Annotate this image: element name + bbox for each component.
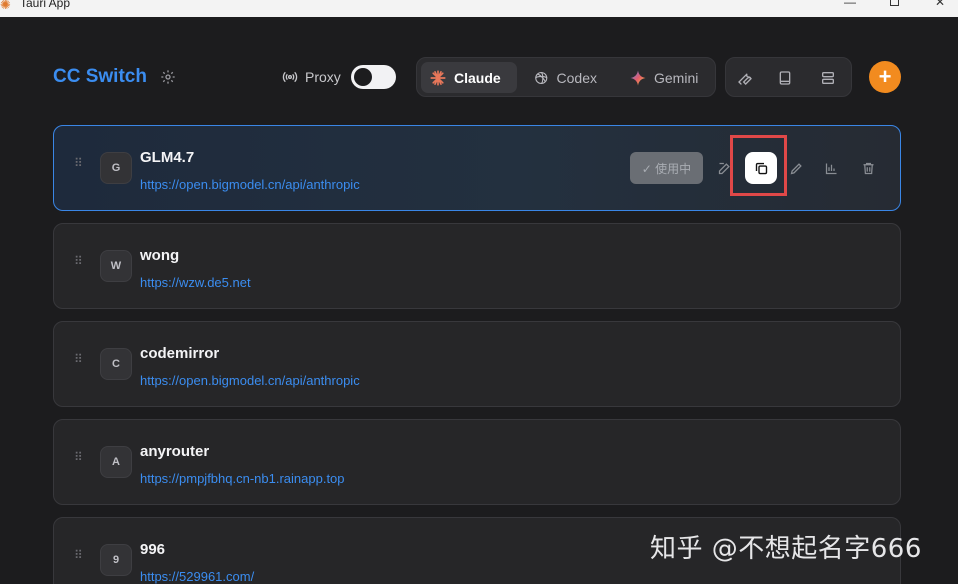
close-button[interactable]: ✕ — [930, 0, 950, 10]
drag-handle-icon[interactable]: ⠿ — [74, 157, 84, 176]
broadcast-icon — [281, 68, 299, 86]
gemini-icon — [630, 70, 646, 85]
tab-gemini[interactable]: Gemini — [621, 62, 709, 93]
provider-name: anyrouter — [140, 443, 210, 460]
provider-url[interactable]: https://open.bigmodel.cn/api/anthropic — [140, 373, 360, 388]
wrench-icon — [738, 73, 752, 85]
tab-claude[interactable]: Claude — [421, 62, 517, 93]
provider-name: GLM4.7 — [140, 149, 195, 166]
toggle-knob — [354, 68, 372, 86]
proxy-label: Proxy — [305, 69, 341, 85]
provider-avatar: C — [100, 348, 132, 380]
provider-avatar: G — [100, 152, 132, 184]
settings-button[interactable] — [158, 67, 178, 87]
provider-name: codemirror — [140, 345, 220, 362]
pen-button[interactable] — [784, 156, 808, 180]
provider-name: 996 — [140, 541, 166, 558]
in-use-button[interactable]: ✓ 使用中 — [630, 152, 703, 184]
add-provider-button[interactable]: + — [869, 61, 901, 93]
tools-button[interactable] — [733, 66, 757, 90]
tab-claude-label: Claude — [454, 69, 501, 86]
tool-button-group — [725, 57, 852, 97]
provider-url[interactable]: https://pmpjfbhq.cn-nb1.rainapp.top — [140, 471, 345, 486]
codex-icon — [535, 71, 548, 84]
trash-icon — [863, 162, 873, 174]
gear-icon — [161, 70, 175, 84]
layout-button[interactable] — [816, 66, 840, 90]
provider-avatar: 9 — [100, 544, 132, 576]
provider-url[interactable]: https://529961.com/ — [140, 569, 254, 584]
zhihu-watermark: 知乎 @不想起名字666 — [650, 534, 922, 564]
bar-chart-icon — [825, 163, 836, 174]
drag-handle-icon[interactable]: ⠿ — [74, 255, 84, 274]
provider-url[interactable]: https://open.bigmodel.cn/api/anthropic — [140, 177, 360, 192]
app-brand-title: CC Switch — [53, 66, 147, 87]
provider-card[interactable]: ⠿ A anyrouter https://pmpjfbhq.cn-nb1.ra… — [53, 419, 901, 505]
tab-codex-label: Codex — [556, 69, 597, 86]
docs-button[interactable] — [773, 66, 797, 90]
drag-handle-icon[interactable]: ⠿ — [74, 451, 84, 470]
proxy-control: Proxy — [281, 68, 341, 86]
layers-icon — [822, 72, 834, 84]
window-title: Tauri App — [20, 0, 71, 10]
provider-card[interactable]: ⠿ C codemirror https://open.bigmodel.cn/… — [53, 321, 901, 407]
provider-card[interactable]: ⠿ W wong https://wzw.de5.net — [53, 223, 901, 309]
maximize-button[interactable] — [884, 0, 904, 10]
provider-card[interactable]: ⠿ G GLM4.7 https://open.bigmodel.cn/api/… — [53, 125, 901, 211]
pen-icon — [790, 162, 802, 174]
duplicate-button[interactable] — [745, 152, 777, 184]
tauri-app-icon: ✺ — [0, 0, 11, 12]
usage-stats-button[interactable] — [819, 156, 843, 180]
tab-codex[interactable]: Codex — [525, 62, 605, 93]
copy-icon — [755, 162, 767, 174]
window-titlebar: ✺ Tauri App — ✕ — [0, 0, 958, 17]
minimize-button[interactable]: — — [840, 0, 860, 10]
maximize-icon — [889, 0, 899, 6]
tab-gemini-label: Gemini — [654, 69, 699, 86]
drag-handle-icon[interactable]: ⠿ — [74, 353, 84, 372]
book-icon — [779, 71, 791, 85]
claude-icon — [430, 69, 446, 86]
app-tab-switcher: Claude Codex Gemini — [416, 57, 716, 97]
provider-name: wong — [140, 247, 180, 264]
delete-button[interactable] — [856, 156, 880, 180]
provider-avatar: A — [100, 446, 132, 478]
provider-url[interactable]: https://wzw.de5.net — [140, 275, 251, 290]
proxy-toggle[interactable] — [351, 65, 396, 89]
provider-avatar: W — [100, 250, 132, 282]
drag-handle-icon[interactable]: ⠿ — [74, 549, 84, 568]
